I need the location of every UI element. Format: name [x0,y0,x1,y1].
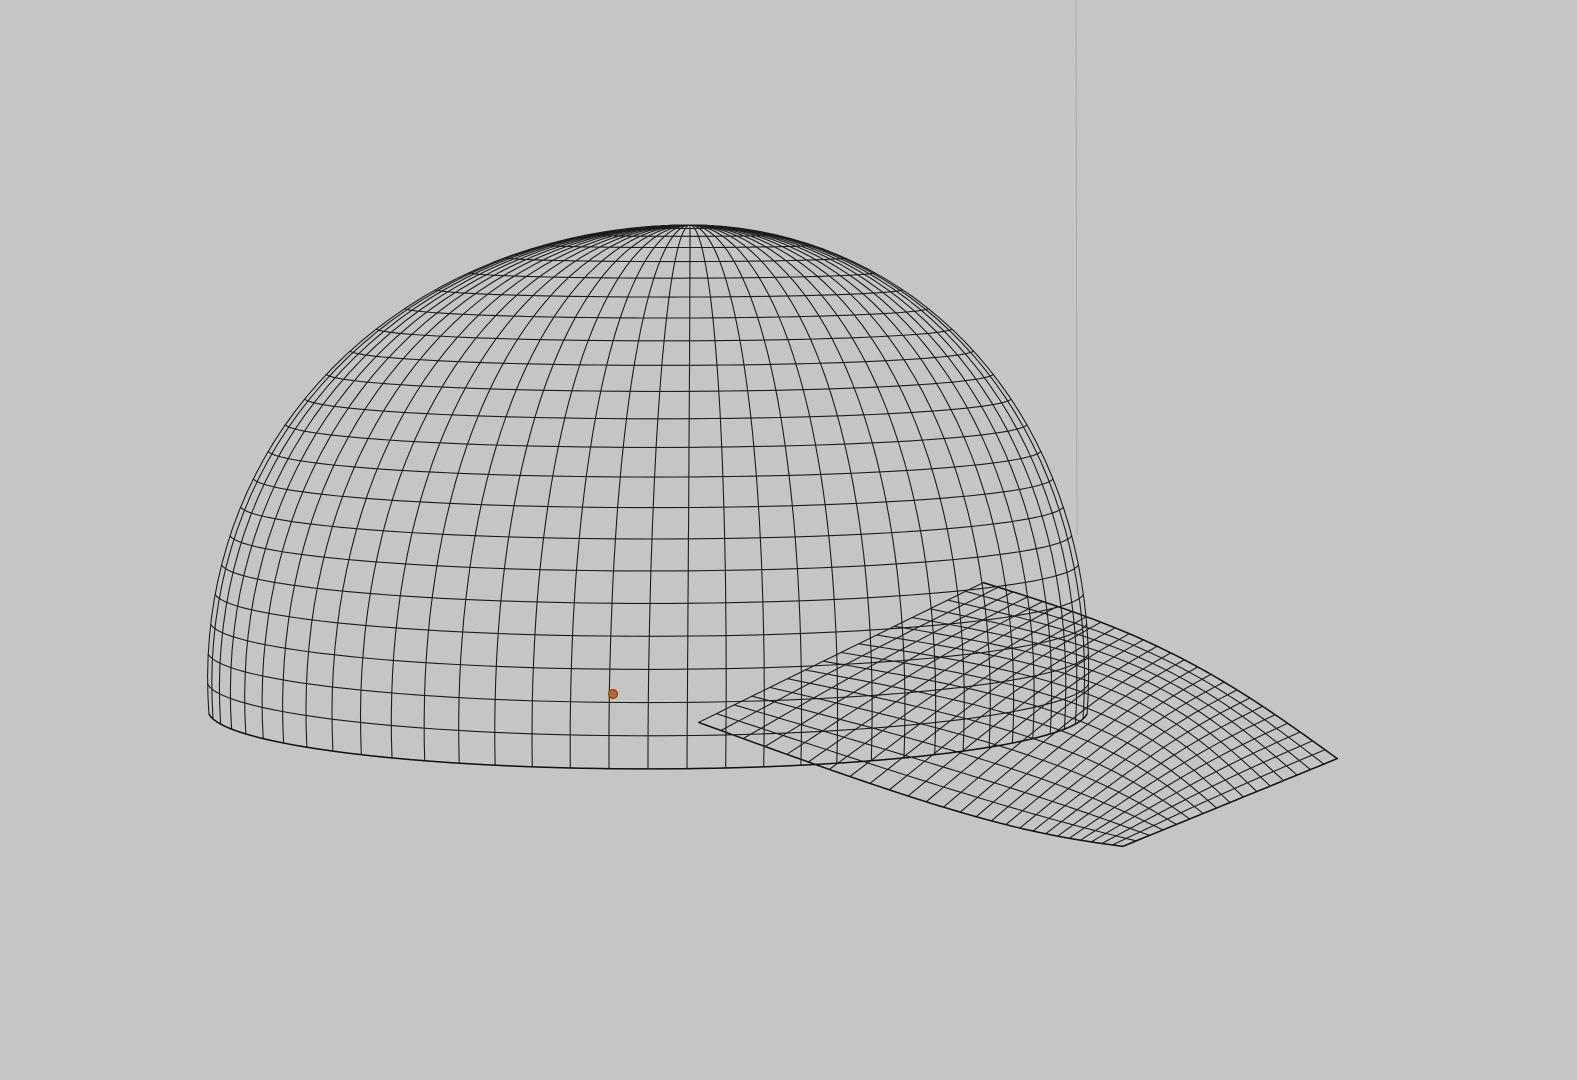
visor-column-line [1068,714,1276,839]
crown-meridian-line [686,224,691,770]
visor-column-line [1101,740,1314,845]
crown-meridian-line [689,224,727,769]
crown-meridian-line [207,224,691,715]
z-axis-guide-line [1075,0,1078,536]
cap-visor-mesh[interactable] [698,581,1339,848]
crown-meridian-line [689,224,1035,740]
crown-meridian-line [569,224,691,769]
crown-meridian-line [689,224,1015,744]
crown-meridian-line [689,224,937,756]
3d-viewport[interactable] [0,0,1577,1080]
crown-meridian-line [331,224,691,752]
visor-row-line [769,686,1177,825]
visor-column-line [742,591,1014,740]
crown-meridian-line [423,224,691,762]
crown-meridian-line [211,224,691,720]
crown-meridian-line [359,224,691,756]
visor-column-line [764,596,1029,748]
crown-meridian-line [689,224,803,766]
visor-column-line [1111,749,1326,846]
crown-meridian-line [494,224,691,766]
crown-meridian-line [647,224,691,770]
visor-row-line [715,713,1137,842]
crown-meridian-line [689,224,906,759]
crown-meridian-line [531,224,691,768]
object-origin-point[interactable] [608,689,618,699]
cap-crown-mesh[interactable] [207,224,1090,770]
crown-meridian-line [244,224,691,735]
visor-column-line [925,639,1144,803]
crown-meridian-line [689,224,1090,715]
visor-row-line [698,721,1124,847]
visor-column-line [828,610,1073,770]
crown-meridian-line [689,224,765,768]
visor-column-line [1057,705,1264,837]
crown-meridian-line [689,224,1067,730]
crown-meridian-line [608,224,691,770]
crown-meridian-line [458,224,691,764]
wireframe-scene[interactable] [0,0,1577,1080]
visor-outline [698,581,1339,848]
visor-row-line [982,582,1338,760]
